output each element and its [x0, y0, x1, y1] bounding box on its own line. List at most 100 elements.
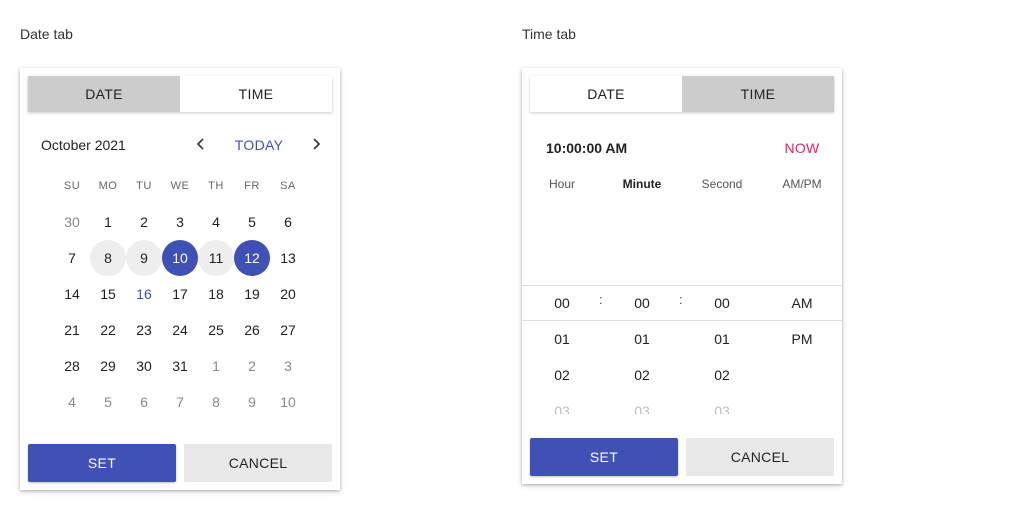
calendar-day[interactable]: 26	[234, 312, 270, 348]
time-picker-card: DATE TIME 10:00:00 AM NOW Hour Minute Se…	[522, 68, 842, 484]
calendar-day[interactable]: 24	[162, 312, 198, 348]
hour-option[interactable]: 00	[522, 285, 602, 321]
calendar-day[interactable]: 14	[54, 276, 90, 312]
calendar-day[interactable]: 29	[90, 348, 126, 384]
minute-option[interactable]: 03	[602, 393, 682, 414]
second-column[interactable]: 00 01 02 03	[682, 218, 762, 414]
minute-option[interactable]: 01	[602, 321, 682, 357]
calendar-day[interactable]: 5	[234, 204, 270, 240]
calendar-day-number: 1	[212, 358, 220, 374]
calendar-day[interactable]: 31	[162, 348, 198, 384]
next-month-button[interactable]	[306, 134, 326, 154]
calendar-day[interactable]: 3	[162, 204, 198, 240]
calendar-day-number: 6	[140, 394, 148, 410]
calendar-day[interactable]: 23	[126, 312, 162, 348]
minute-option[interactable]: 00	[602, 285, 682, 321]
second-option[interactable]: 01	[682, 321, 762, 357]
calendar-day-number: 16	[136, 286, 152, 302]
calendar-day[interactable]: 11	[198, 240, 234, 276]
column-header-minute: Minute	[622, 177, 662, 191]
calendar-day-number: 19	[244, 286, 260, 302]
calendar-day[interactable]: 5	[90, 384, 126, 420]
now-button[interactable]: NOW	[772, 140, 832, 156]
tab-time[interactable]: TIME	[682, 76, 834, 112]
column-header-ampm: AM/PM	[782, 177, 822, 191]
tab-time[interactable]: TIME	[180, 76, 332, 112]
current-time-value: 10:00:00 AM	[546, 140, 628, 156]
calendar-day-number: 31	[172, 358, 188, 374]
second-option[interactable]: 02	[682, 357, 762, 393]
calendar-day[interactable]: 21	[54, 312, 90, 348]
calendar-day[interactable]: 4	[54, 384, 90, 420]
calendar-day[interactable]: 8	[90, 240, 126, 276]
calendar-day[interactable]: 22	[90, 312, 126, 348]
calendar-day[interactable]: 1	[198, 348, 234, 384]
calendar-day[interactable]: 13	[270, 240, 306, 276]
calendar-day[interactable]: 3	[270, 348, 306, 384]
calendar-day[interactable]: 8	[198, 384, 234, 420]
calendar-day[interactable]: 1	[90, 204, 126, 240]
calendar-day[interactable]: 9	[234, 384, 270, 420]
calendar-day-number: 11	[208, 250, 224, 266]
ampm-option[interactable]: AM	[762, 285, 842, 321]
calendar-day[interactable]: 2	[126, 204, 162, 240]
minute-column[interactable]: 00 01 02 03	[602, 218, 682, 414]
tab-bar: DATE TIME	[28, 76, 332, 112]
time-cancel-button[interactable]: CANCEL	[686, 438, 834, 476]
calendar-day-number: 28	[64, 358, 80, 374]
date-cancel-button[interactable]: CANCEL	[184, 444, 332, 482]
calendar-day[interactable]: 2	[234, 348, 270, 384]
calendar-day-number: 29	[100, 358, 116, 374]
hour-option[interactable]: 01	[522, 321, 602, 357]
calendar-day[interactable]: 28	[54, 348, 90, 384]
ampm-option[interactable]: PM	[762, 321, 842, 357]
calendar-day[interactable]: 15	[90, 276, 126, 312]
calendar-day[interactable]: 20	[270, 276, 306, 312]
ampm-column[interactable]: AM PM	[762, 218, 842, 414]
calendar-day-selected[interactable]: 10	[162, 240, 198, 276]
calendar-day-number: 9	[140, 250, 148, 266]
second-option[interactable]: 03	[682, 393, 762, 414]
calendar-day[interactable]: 27	[270, 312, 306, 348]
calendar-day[interactable]: 30	[54, 204, 90, 240]
calendar-day-number: 30	[64, 214, 80, 230]
calendar-day[interactable]: 10	[270, 384, 306, 420]
calendar-day-today[interactable]: 16	[126, 276, 162, 312]
calendar-day[interactable]: 7	[162, 384, 198, 420]
hour-option[interactable]: 02	[522, 357, 602, 393]
second-option[interactable]: 00	[682, 285, 762, 321]
calendar-day[interactable]: 6	[126, 384, 162, 420]
hour-option[interactable]: 03	[522, 393, 602, 414]
calendar-day-number: 13	[280, 250, 296, 266]
column-header-second: Second	[701, 177, 743, 191]
previous-month-button[interactable]	[191, 134, 211, 154]
calendar-day-number: 24	[172, 322, 188, 338]
time-scroll-picker[interactable]: 00 01 02 03 : 00 01 02 03 : 00 01 02 03 AM PM	[522, 218, 842, 414]
calendar-day[interactable]: 30	[126, 348, 162, 384]
tab-date[interactable]: DATE	[530, 76, 682, 112]
hour-column[interactable]: 00 01 02 03	[522, 218, 602, 414]
weekday-label: FR	[244, 180, 260, 192]
date-set-button[interactable]: SET	[28, 444, 176, 482]
calendar-day-number: 8	[104, 250, 112, 266]
tab-date[interactable]: DATE	[28, 76, 180, 112]
calendar-day[interactable]: 19	[234, 276, 270, 312]
calendar-day[interactable]: 6	[270, 204, 306, 240]
calendar-day-number: 4	[212, 214, 220, 230]
time-set-button[interactable]: SET	[530, 438, 678, 476]
calendar-day-selected[interactable]: 12	[234, 240, 270, 276]
minute-option[interactable]: 02	[602, 357, 682, 393]
calendar-day[interactable]: 4	[198, 204, 234, 240]
calendar-day[interactable]: 25	[198, 312, 234, 348]
calendar-day-number: 18	[208, 286, 224, 302]
calendar-day-number: 26	[244, 322, 260, 338]
calendar-day[interactable]: 9	[126, 240, 162, 276]
today-button[interactable]: TODAY	[228, 137, 290, 153]
calendar-day[interactable]: 18	[198, 276, 234, 312]
calendar-day-number: 21	[64, 322, 80, 338]
weekday-header-row: SU MO TU WE TH FR SA	[54, 180, 306, 192]
calendar-day[interactable]: 7	[54, 240, 90, 276]
time-tab-section-label: Time tab	[522, 26, 576, 42]
calendar-day-number: 14	[64, 286, 80, 302]
calendar-day[interactable]: 17	[162, 276, 198, 312]
